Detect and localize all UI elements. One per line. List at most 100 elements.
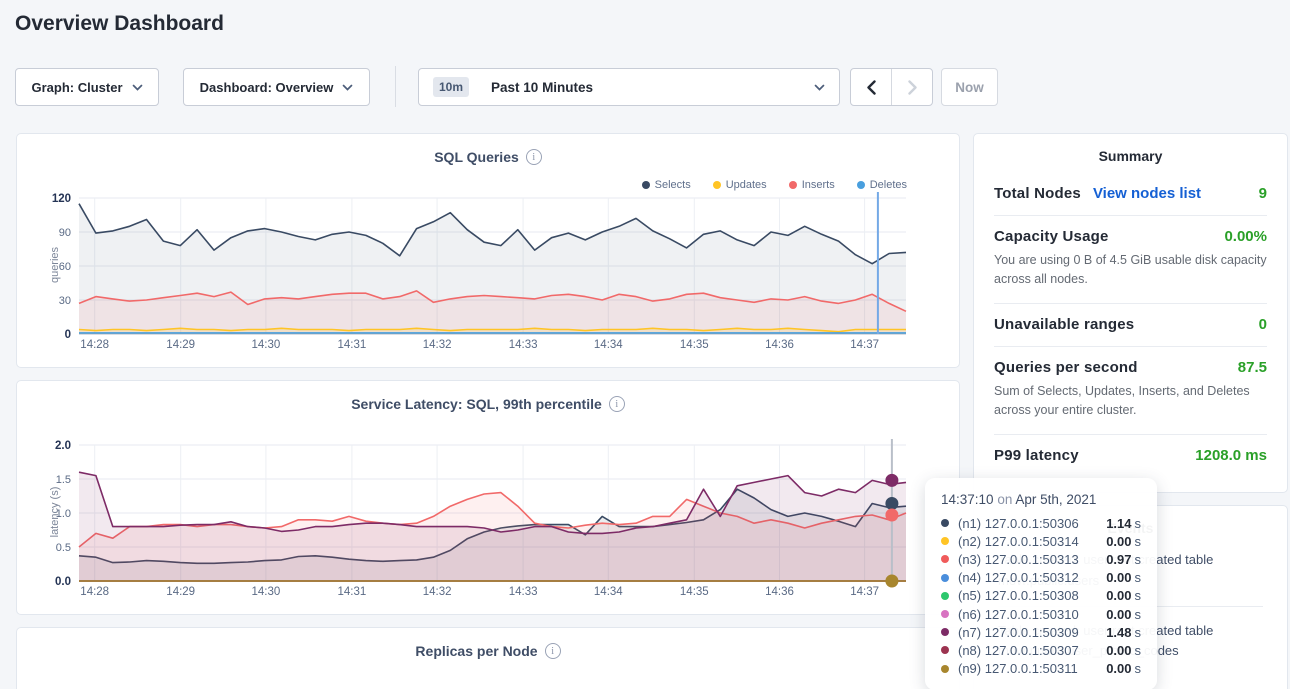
svg-text:14:35: 14:35 xyxy=(680,339,709,351)
tooltip-row: (n8) 127.0.0.1:503070.00s xyxy=(941,641,1141,659)
service-latency-panel: Service Latency: SQL, 99th percentile 14… xyxy=(16,380,960,615)
next-range-button[interactable] xyxy=(891,69,932,105)
summary-description: Sum of Selects, Updates, Inserts, and De… xyxy=(994,382,1267,421)
svg-text:14:28: 14:28 xyxy=(80,586,109,598)
summary-row: Queries per second 87.5 Sum of Selects, Up… xyxy=(994,346,1267,434)
info-icon[interactable] xyxy=(609,396,625,412)
tooltip-node-label: (n3) 127.0.0.1:50313 xyxy=(958,552,1079,567)
svg-text:14:36: 14:36 xyxy=(765,586,794,598)
svg-text:14:31: 14:31 xyxy=(338,586,367,598)
tooltip-rows: (n1) 127.0.0.1:503061.14s(n2) 127.0.0.1:… xyxy=(941,514,1141,678)
series-color-dot xyxy=(642,181,650,189)
summary-description: You are using 0 B of 4.5 GiB usable disk… xyxy=(994,251,1267,290)
prev-range-button[interactable] xyxy=(851,69,891,105)
summary-label: Total Nodes xyxy=(994,185,1081,202)
series-color-dot xyxy=(789,181,797,189)
tooltip-row: (n3) 127.0.0.1:50313 0.97 s xyxy=(941,550,1141,568)
svg-text:14:33: 14:33 xyxy=(509,586,538,598)
chevron-right-icon xyxy=(908,80,917,95)
tooltip-node-label: (n7) 127.0.0.1:50309 xyxy=(958,625,1079,640)
chevron-down-icon xyxy=(342,84,353,91)
summary-value: 87.5 xyxy=(1238,359,1267,376)
replicas-per-node-title: Replicas per Node xyxy=(415,643,537,659)
view-nodes-list-link[interactable]: View nodes list xyxy=(1093,185,1201,202)
time-range-picker[interactable]: 10m Past 10 Minutes xyxy=(418,68,840,106)
tooltip-row: (n1) 127.0.0.1:503061.14s xyxy=(941,514,1141,532)
svg-text:14:36: 14:36 xyxy=(765,339,794,351)
tooltip-node-value: 0.00 xyxy=(1106,534,1131,549)
series-color-dot xyxy=(857,181,865,189)
tooltip-node-label: (n9) 127.0.0.1:50311 xyxy=(958,661,1078,676)
sql-queries-panel: SQL Queries SelectsUpdatesInsertsDeletes… xyxy=(16,133,960,368)
summary-value: 9 xyxy=(1259,185,1267,202)
tooltip-value-unit: s xyxy=(1135,643,1142,658)
tooltip-row: (n6) 127.0.0.1:50310 0.00 s xyxy=(941,605,1141,623)
series-color-dot xyxy=(713,181,721,189)
info-icon[interactable] xyxy=(545,643,561,659)
svg-text:14:35: 14:35 xyxy=(680,586,709,598)
svg-text:14:30: 14:30 xyxy=(252,339,281,351)
tooltip-node-value: 0.00 xyxy=(1106,607,1131,622)
svg-text:14:37: 14:37 xyxy=(850,339,879,351)
svg-text:0.5: 0.5 xyxy=(56,542,71,554)
series-color-dot xyxy=(941,519,949,527)
series-color-dot xyxy=(941,555,949,563)
tooltip-value-unit: s xyxy=(1135,661,1142,676)
tooltip-node-label: (n8) 127.0.0.1:50307 xyxy=(958,643,1079,658)
summary-rows: Total Nodes View nodes list 9 Capacity Usag… xyxy=(994,173,1267,477)
summary-label: Queries per second xyxy=(994,359,1138,376)
tooltip-node-label: (n5) 127.0.0.1:50308 xyxy=(958,588,1079,603)
graph-dropdown-label: Graph: Cluster xyxy=(31,80,122,95)
svg-text:60: 60 xyxy=(59,261,71,273)
svg-text:1.0: 1.0 xyxy=(56,508,71,520)
svg-text:14:34: 14:34 xyxy=(594,339,623,351)
time-range-label: Past 10 Minutes xyxy=(491,80,593,95)
sql-queries-chart[interactable]: 14:2814:2914:3014:3114:3214:3314:3414:35… xyxy=(17,190,961,358)
svg-text:30: 30 xyxy=(59,295,71,307)
tooltip-node-label: (n4) 127.0.0.1:50312 xyxy=(958,570,1079,585)
series-color-dot xyxy=(941,610,949,618)
tooltip-node-value: 1.14 xyxy=(1106,516,1131,531)
tooltip-timestamp: 14:37:10 on Apr 5th, 2021 xyxy=(941,492,1141,507)
toolbar-divider xyxy=(395,66,396,107)
chevron-down-icon xyxy=(814,84,825,91)
summary-label: P99 latency xyxy=(994,447,1079,464)
tooltip-value-unit: s xyxy=(1135,552,1142,567)
replicas-per-node-panel: Replicas per Node xyxy=(16,627,960,689)
summary-value: 1208.0 ms xyxy=(1195,447,1267,464)
tooltip-node-value: 0.97 xyxy=(1106,552,1131,567)
summary-row: P99 latency 1208.0 ms xyxy=(994,434,1267,477)
tooltip-row: (n7) 127.0.0.1:50309 1.48 s xyxy=(941,623,1141,641)
tooltip-value-unit: s xyxy=(1135,570,1142,585)
svg-text:14:29: 14:29 xyxy=(166,586,195,598)
summary-row: Total Nodes View nodes list 9 xyxy=(994,173,1267,215)
svg-text:0: 0 xyxy=(65,329,71,341)
series-color-dot xyxy=(941,537,949,545)
svg-text:14:28: 14:28 xyxy=(80,339,109,351)
service-latency-chart[interactable]: 14:2814:2914:3014:3114:3214:3314:3414:35… xyxy=(17,437,961,605)
tooltip-row: (n9) 127.0.0.1:503110.00s xyxy=(941,660,1141,678)
info-icon[interactable] xyxy=(526,149,542,165)
now-button[interactable]: Now xyxy=(941,68,998,106)
graph-dropdown[interactable]: Graph: Cluster xyxy=(15,68,159,106)
svg-text:14:32: 14:32 xyxy=(423,586,452,598)
summary-label: Capacity Usage xyxy=(994,228,1109,245)
series-color-dot xyxy=(941,646,949,654)
svg-text:14:34: 14:34 xyxy=(594,586,623,598)
time-range-badge: 10m xyxy=(433,77,469,97)
svg-text:14:32: 14:32 xyxy=(423,339,452,351)
svg-text:14:33: 14:33 xyxy=(509,339,538,351)
svg-text:14:31: 14:31 xyxy=(338,339,367,351)
tooltip-node-value: 1.48 xyxy=(1106,625,1131,640)
time-step-buttons xyxy=(850,68,933,106)
overview-dashboard-page: { "page": { "title": "Overview Dashboard… xyxy=(0,0,1290,689)
tooltip-value-unit: s xyxy=(1135,625,1142,640)
tooltip-value-unit: s xyxy=(1135,607,1142,622)
tooltip-node-label: (n6) 127.0.0.1:50310 xyxy=(958,607,1079,622)
summary-value: 0 xyxy=(1259,316,1267,333)
tooltip-row: (n5) 127.0.0.1:503080.00s xyxy=(941,587,1141,605)
dashboard-dropdown[interactable]: Dashboard: Overview xyxy=(183,68,370,106)
series-color-dot xyxy=(941,665,949,673)
summary-row: Capacity Usage0.00%You are using 0 B of … xyxy=(994,215,1267,303)
tooltip-value-unit: s xyxy=(1135,588,1142,603)
